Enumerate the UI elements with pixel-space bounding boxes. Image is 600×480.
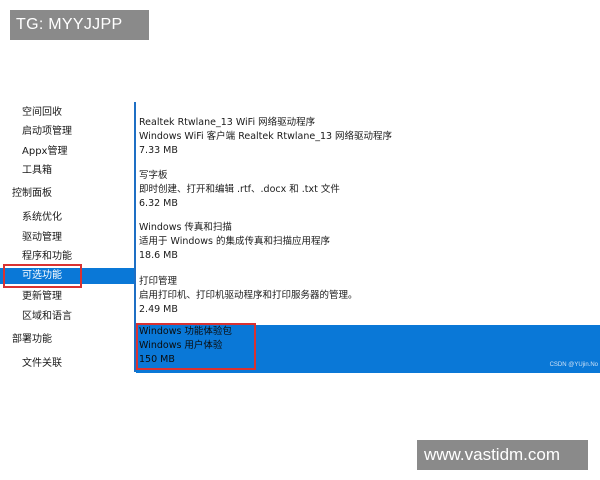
sidebar-item-system-optimize[interactable]: 系统优化 <box>0 210 134 226</box>
feature-item[interactable]: 打印管理 启用打印机、打印机驱动程序和打印服务器的管理。 2.49 MB <box>136 275 600 317</box>
sidebar-item-update-manager[interactable]: 更新管理 <box>0 289 134 305</box>
feature-size: 2.49 MB <box>139 304 178 315</box>
feature-description: 启用打印机、打印机驱动程序和打印服务器的管理。 <box>139 290 358 301</box>
feature-name: Windows 传真和扫描 <box>139 222 232 233</box>
sidebar-item-region-language[interactable]: 区域和语言 <box>0 309 134 325</box>
sidebar-item-startup-manager[interactable]: 启动项管理 <box>0 124 134 140</box>
sidebar-item-optional-features[interactable]: 可选功能 <box>0 268 134 284</box>
sidebar-item-appx-manager[interactable]: Appx管理 <box>0 144 134 160</box>
csdn-watermark: CSDN @YUjin.No <box>549 362 598 368</box>
feature-name: Realtek Rtwlane_13 WiFi 网络驱动程序 <box>139 117 316 128</box>
sidebar-nav: 空间回收 启动项管理 Appx管理 工具箱 控制面板 系统优化 驱动管理 程序和… <box>0 100 134 380</box>
feature-size: 150 MB <box>139 354 175 365</box>
sidebar-item-toolbox[interactable]: 工具箱 <box>0 163 134 179</box>
watermark-tg: TG: MYYJJPP <box>10 10 149 40</box>
sidebar-item-file-association[interactable]: 文件关联 <box>0 356 134 372</box>
feature-name: Windows 功能体验包 <box>139 326 232 337</box>
feature-description: Windows 用户体验 <box>139 340 223 351</box>
feature-item[interactable]: 写字板 即时创建、打开和编辑 .rtf、.docx 和 .txt 文件 6.32… <box>136 169 600 211</box>
feature-list: Realtek Rtwlane_13 WiFi 网络驱动程序 Windows W… <box>136 100 600 380</box>
feature-item[interactable]: Windows 传真和扫描 适用于 Windows 的集成传真和扫描应用程序 1… <box>136 221 600 263</box>
feature-name: 打印管理 <box>139 276 178 287</box>
feature-size: 7.33 MB <box>139 145 178 156</box>
watermark-site: www.vastidm.com <box>417 440 588 470</box>
sidebar-category-deploy[interactable]: 部署功能 <box>0 332 134 348</box>
feature-item-selected[interactable]: Windows 功能体验包 Windows 用户体验 150 MB CSDN @… <box>136 325 600 373</box>
feature-description: Windows WiFi 客户端 Realtek Rtwlane_13 网络驱动… <box>139 131 393 142</box>
sidebar-item-driver-manager[interactable]: 驱动管理 <box>0 230 134 246</box>
feature-item[interactable]: Realtek Rtwlane_13 WiFi 网络驱动程序 Windows W… <box>136 116 600 158</box>
sidebar-category-control-panel[interactable]: 控制面板 <box>0 186 134 202</box>
feature-size: 6.32 MB <box>139 198 178 209</box>
feature-description: 适用于 Windows 的集成传真和扫描应用程序 <box>139 236 330 247</box>
sidebar-item-space-reclaim[interactable]: 空间回收 <box>0 105 134 121</box>
sidebar-item-programs-features[interactable]: 程序和功能 <box>0 249 134 265</box>
feature-size: 18.6 MB <box>139 250 178 261</box>
feature-description: 即时创建、打开和编辑 .rtf、.docx 和 .txt 文件 <box>139 184 340 195</box>
feature-name: 写字板 <box>139 170 168 181</box>
